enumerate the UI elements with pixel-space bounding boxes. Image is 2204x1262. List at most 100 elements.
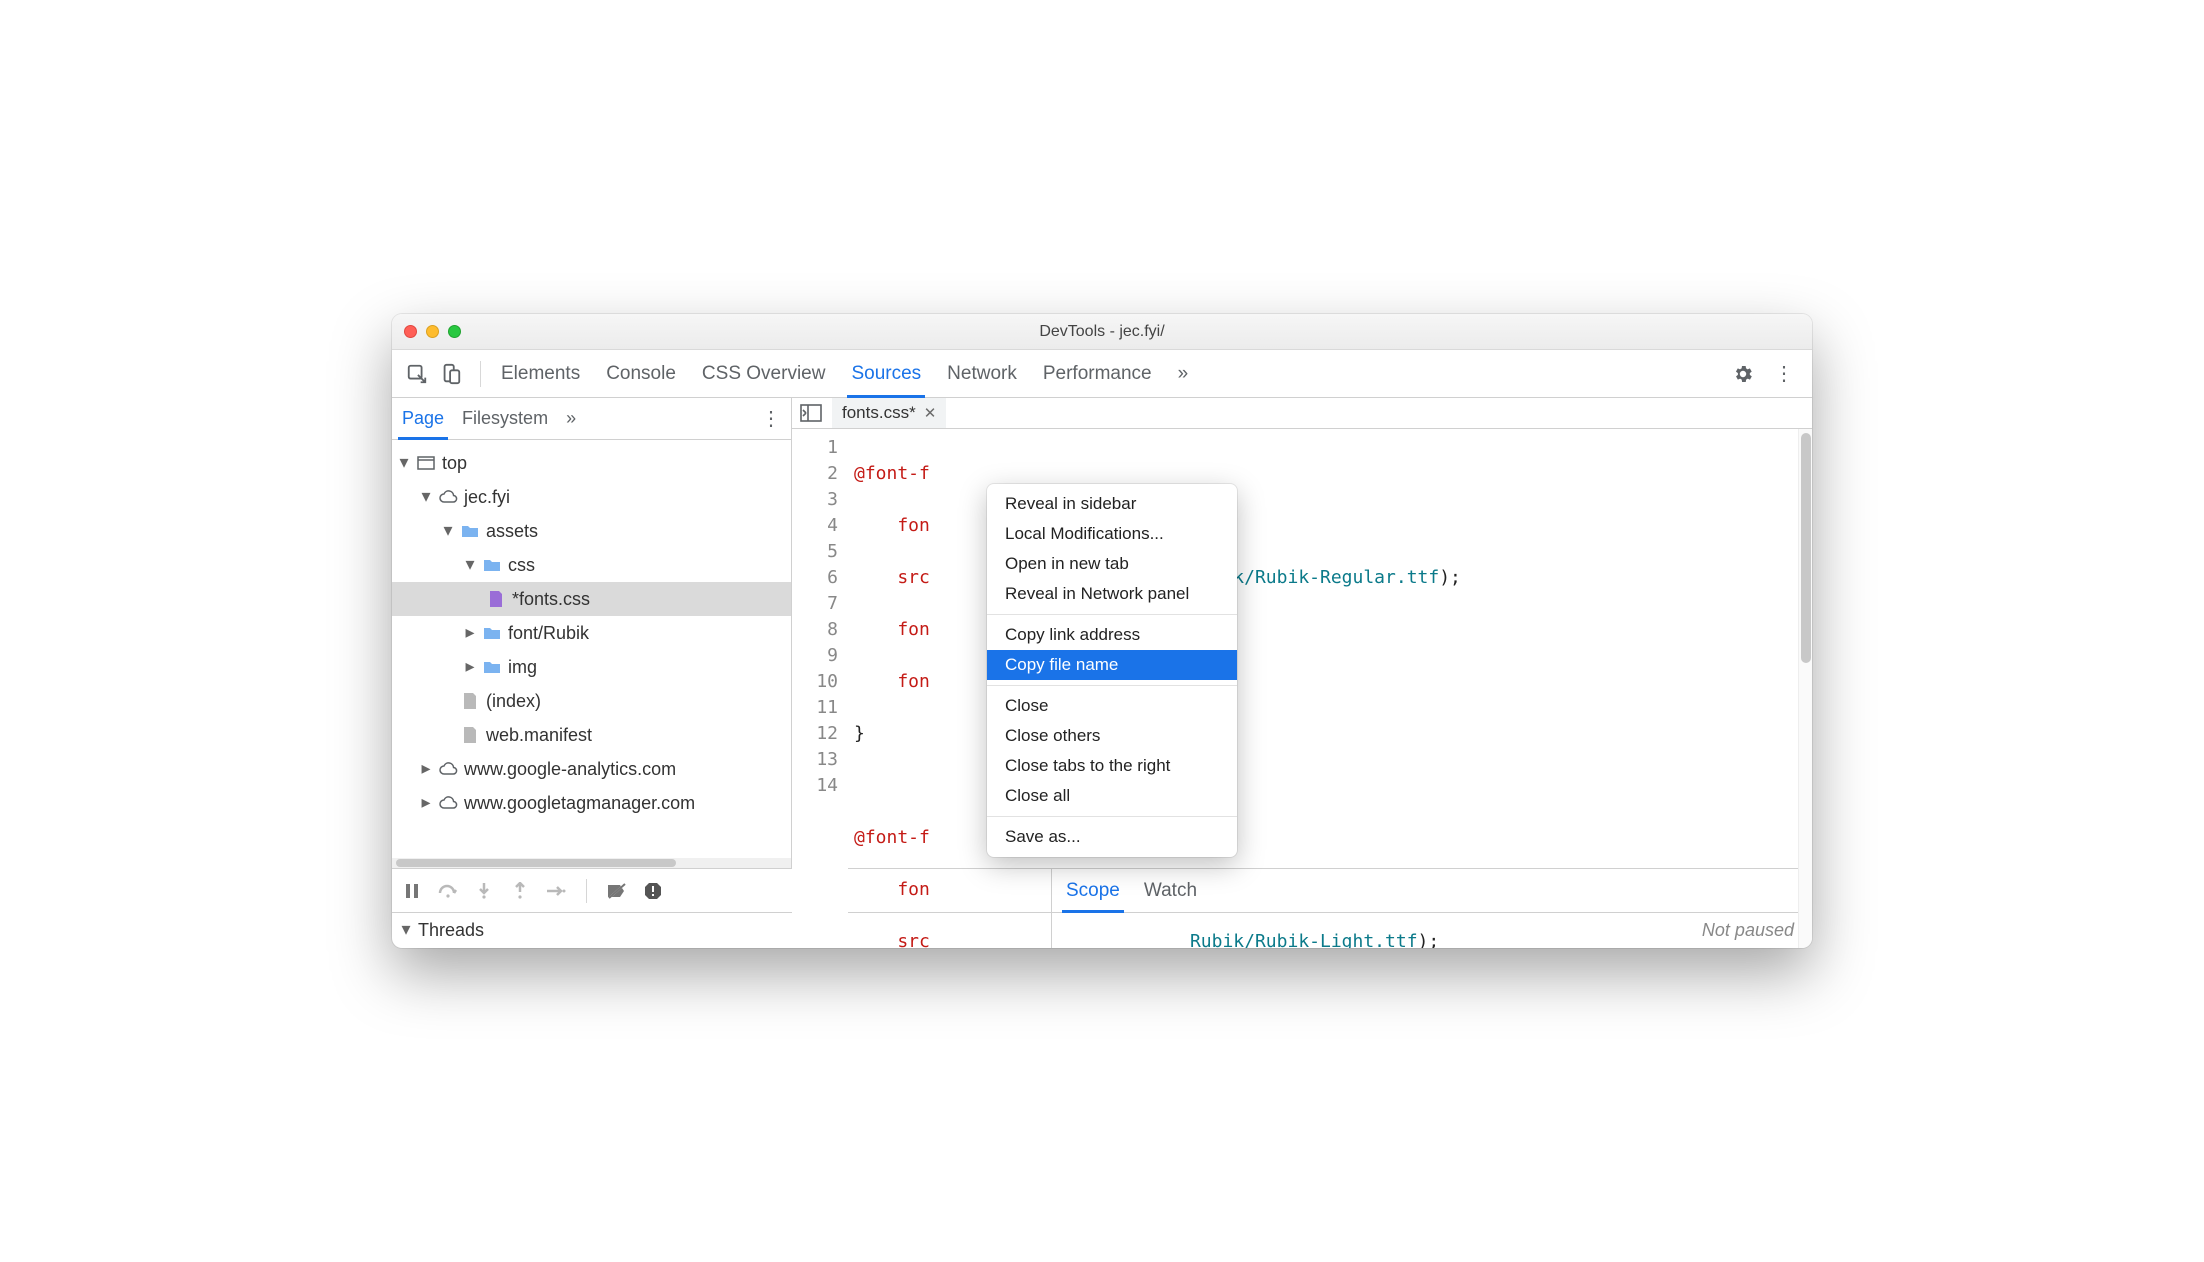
- step-out-icon[interactable]: [510, 881, 530, 901]
- ctx-close-all[interactable]: Close all: [987, 781, 1237, 811]
- disclosure-icon[interactable]: [442, 520, 454, 541]
- tab-network[interactable]: Network: [947, 350, 1017, 397]
- tab-css-overview[interactable]: CSS Overview: [702, 350, 826, 397]
- disclosure-icon[interactable]: [400, 919, 412, 940]
- inspect-icon[interactable]: [402, 359, 432, 389]
- separator: [480, 361, 481, 387]
- disclosure-icon[interactable]: [420, 792, 432, 813]
- step-over-icon[interactable]: [438, 881, 458, 901]
- editor-vscroll[interactable]: [1798, 429, 1812, 948]
- close-file-icon[interactable]: ✕: [924, 404, 937, 422]
- navigator-options-icon[interactable]: ⋮: [761, 406, 781, 431]
- editor-pane: fonts.css* ✕ 1 2 3 4 5 6 7 8 9 10 11 1: [792, 398, 1812, 868]
- file-css-icon: [486, 589, 506, 609]
- ctx-local-mods[interactable]: Local Modifications...: [987, 519, 1237, 549]
- navigator-more[interactable]: »: [566, 398, 576, 439]
- folder-icon: [482, 657, 502, 677]
- ctx-close-others[interactable]: Close others: [987, 721, 1237, 751]
- ctx-separator: [987, 685, 1237, 686]
- ctx-copy-link[interactable]: Copy link address: [987, 620, 1237, 650]
- tree-top[interactable]: top: [392, 446, 791, 480]
- more-options-icon[interactable]: ⋮: [1766, 361, 1802, 386]
- tree-assets[interactable]: assets: [392, 514, 791, 548]
- window-title: DevTools - jec.fyi/: [392, 323, 1812, 341]
- cloud-icon: [438, 759, 458, 779]
- disclosure-icon[interactable]: [420, 758, 432, 779]
- ctx-close-right[interactable]: Close tabs to the right: [987, 751, 1237, 781]
- tree-label: font/Rubik: [508, 623, 589, 644]
- tree-label: top: [442, 453, 467, 474]
- tree-img[interactable]: img: [392, 650, 791, 684]
- step-icon[interactable]: [546, 881, 566, 901]
- devtools-toolbar: Elements Console CSS Overview Sources Ne…: [392, 350, 1812, 398]
- tree-gtm[interactable]: www.googletagmanager.com: [392, 786, 791, 820]
- tab-sources[interactable]: Sources: [851, 350, 921, 397]
- cloud-icon: [438, 487, 458, 507]
- tree-site[interactable]: jec.fyi: [392, 480, 791, 514]
- tree-css[interactable]: css: [392, 548, 791, 582]
- ctx-reveal-sidebar[interactable]: Reveal in sidebar: [987, 489, 1237, 519]
- more-tabs-button[interactable]: »: [1178, 350, 1189, 397]
- tree-label: jec.fyi: [464, 487, 510, 508]
- disclosure-icon[interactable]: [464, 656, 476, 677]
- device-toggle-icon[interactable]: [436, 359, 466, 389]
- ctx-save-as[interactable]: Save as...: [987, 822, 1237, 852]
- tree-hscroll[interactable]: [392, 858, 791, 868]
- titlebar: DevTools - jec.fyi/: [392, 314, 1812, 350]
- navigator-tab-filesystem[interactable]: Filesystem: [462, 398, 548, 439]
- tree-label: www.googletagmanager.com: [464, 793, 695, 814]
- navigator-tab-page[interactable]: Page: [402, 398, 444, 439]
- tree-label: www.google-analytics.com: [464, 759, 676, 780]
- deactivate-breakpoints-icon[interactable]: [607, 881, 627, 901]
- tree-fontscss[interactable]: *fonts.css: [392, 582, 791, 616]
- ctx-separator: [987, 816, 1237, 817]
- tab-watch[interactable]: Watch: [1144, 869, 1197, 912]
- code-editor[interactable]: 1 2 3 4 5 6 7 8 9 10 11 12 13 14 @font-f…: [792, 429, 1812, 948]
- disclosure-icon[interactable]: [464, 622, 476, 643]
- folder-icon: [482, 555, 502, 575]
- tree-label: assets: [486, 521, 538, 542]
- file-tree[interactable]: top jec.fyi assets css: [392, 440, 791, 858]
- tree-label: img: [508, 657, 537, 678]
- tab-console[interactable]: Console: [606, 350, 676, 397]
- tree-label: web.manifest: [486, 725, 592, 746]
- disclosure-icon[interactable]: [398, 452, 410, 473]
- navigator-sidebar: Page Filesystem » ⋮ top jec.fyi: [392, 398, 792, 868]
- line-gutter: 1 2 3 4 5 6 7 8 9 10 11 12 13 14: [792, 429, 848, 948]
- panel-tabs: Elements Console CSS Overview Sources Ne…: [495, 350, 1188, 397]
- show-navigator-icon[interactable]: [800, 404, 822, 422]
- pause-on-exceptions-icon[interactable]: [643, 881, 663, 901]
- tree-label: *fonts.css: [512, 589, 590, 610]
- separator: [586, 879, 587, 903]
- ctx-separator: [987, 614, 1237, 615]
- frame-icon: [416, 453, 436, 473]
- pause-icon[interactable]: [402, 881, 422, 901]
- folder-icon: [482, 623, 502, 643]
- editor-tabs: fonts.css* ✕: [792, 398, 1812, 429]
- file-icon: [460, 725, 480, 745]
- settings-icon[interactable]: [1724, 363, 1762, 385]
- tree-label: css: [508, 555, 535, 576]
- tree-manifest[interactable]: web.manifest: [392, 718, 791, 752]
- ctx-copy-filename[interactable]: Copy file name: [987, 650, 1237, 680]
- navigator-tabs: Page Filesystem » ⋮: [392, 398, 791, 440]
- threads-label: Threads: [418, 920, 484, 941]
- file-tab-fontscss[interactable]: fonts.css* ✕: [832, 398, 946, 428]
- file-tab-label: fonts.css*: [842, 403, 916, 423]
- context-menu[interactable]: Reveal in sidebar Local Modifications...…: [987, 484, 1237, 857]
- step-into-icon[interactable]: [474, 881, 494, 901]
- ctx-close[interactable]: Close: [987, 691, 1237, 721]
- disclosure-icon[interactable]: [464, 554, 476, 575]
- folder-icon: [460, 521, 480, 541]
- disclosure-icon[interactable]: [420, 486, 432, 507]
- tab-scope[interactable]: Scope: [1066, 869, 1120, 912]
- tree-label: (index): [486, 691, 541, 712]
- tab-performance[interactable]: Performance: [1043, 350, 1152, 397]
- ctx-reveal-network[interactable]: Reveal in Network panel: [987, 579, 1237, 609]
- tree-index[interactable]: (index): [392, 684, 791, 718]
- ctx-open-new-tab[interactable]: Open in new tab: [987, 549, 1237, 579]
- cloud-icon: [438, 793, 458, 813]
- tab-elements[interactable]: Elements: [501, 350, 580, 397]
- tree-ga[interactable]: www.google-analytics.com: [392, 752, 791, 786]
- tree-font-rubik[interactable]: font/Rubik: [392, 616, 791, 650]
